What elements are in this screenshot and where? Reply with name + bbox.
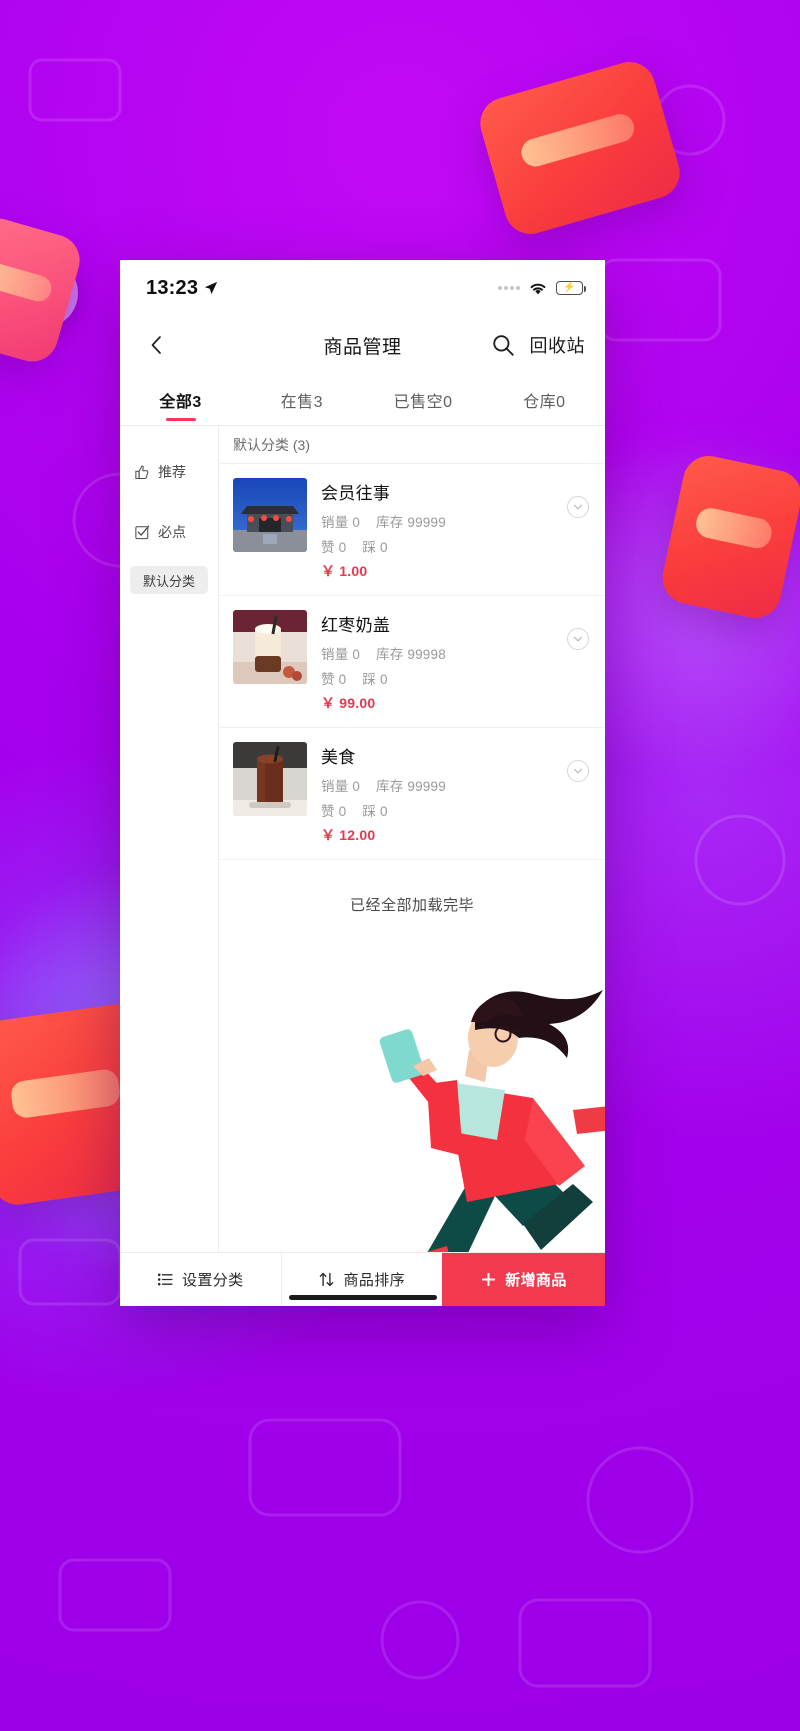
sidebar-item-label: 必点 (158, 524, 186, 540)
milk-tea-photo (233, 610, 307, 684)
product-thumbnail[interactable] (233, 478, 307, 552)
tab-sold-out[interactable]: 已售空0 (363, 374, 484, 425)
set-category-label: 设置分类 (181, 1272, 244, 1289)
tab-on-sale[interactable]: 在售3 (241, 374, 362, 425)
sort-products-label: 商品排序 (343, 1272, 406, 1289)
recycle-bin-link[interactable]: 回收站 (530, 332, 586, 358)
navbar-actions: 回收站 (490, 332, 586, 358)
product-name: 红枣奶盖 (321, 616, 391, 635)
product-stats: 销量 0 库存 99999 (321, 775, 553, 795)
chevron-down-circle-icon (573, 504, 583, 510)
phone-screen: 13:23 ⚡ 商品管理 回收站 全部3 在售3 已售空0 仓库0 推荐 必点 … (120, 260, 605, 1306)
product-sales: 销量 0 (321, 515, 361, 530)
product-stats: 销量 0 库存 99999 (321, 511, 553, 531)
temple-night-photo (233, 478, 307, 552)
status-bar: 13:23 ⚡ (120, 260, 605, 316)
product-row[interactable]: 会员往事 销量 0 库存 99999 赞 0 踩 0 ￥ 1.00 (219, 464, 605, 596)
product-ratings: 赞 0 踩 0 (321, 668, 553, 688)
add-product-button[interactable]: 新增商品 (442, 1253, 605, 1306)
status-bar-left: 13:23 (146, 277, 218, 300)
product-expand-button[interactable] (567, 496, 589, 518)
sidebar-item-recommend[interactable]: 推荐 (120, 442, 218, 502)
list-icon (157, 1273, 173, 1286)
sidebar-item-must-order[interactable]: 必点 (120, 502, 218, 562)
search-icon[interactable] (490, 332, 516, 358)
product-stock: 库存 99998 (376, 647, 446, 662)
status-bar-right: ⚡ (498, 281, 586, 296)
product-likes: 赞 0 (321, 804, 347, 819)
product-price: ￥ 1.00 (321, 563, 368, 579)
product-info: 美食 销量 0 库存 99999 赞 0 踩 0 ￥ 12.00 (321, 742, 553, 845)
wifi-icon (530, 283, 546, 294)
back-button[interactable] (142, 330, 172, 360)
product-name: 美食 (321, 748, 356, 767)
product-info: 会员往事 销量 0 库存 99999 赞 0 踩 0 ￥ 1.00 (321, 478, 553, 581)
product-thumbnail[interactable] (233, 610, 307, 684)
product-name: 会员往事 (321, 484, 391, 503)
product-price: ￥ 99.00 (321, 695, 376, 711)
product-price: ￥ 12.00 (321, 827, 376, 843)
sidebar-category-default[interactable]: 默认分类 (130, 566, 208, 594)
sort-arrows-icon (320, 1272, 334, 1287)
category-header: 默认分类 (3) (219, 426, 605, 464)
battery-charging-icon: ⚡ (556, 281, 586, 295)
product-stats: 销量 0 库存 99998 (321, 643, 553, 663)
product-list: 默认分类 (3) 会员往事 销量 0 库存 99999 赞 0 踩 0 ￥ 1.… (219, 426, 605, 1252)
product-sales: 销量 0 (321, 779, 361, 794)
sidebar-item-label: 推荐 (158, 464, 186, 480)
product-likes: 赞 0 (321, 540, 347, 555)
status-time: 13:23 (146, 276, 199, 299)
set-category-button[interactable]: 设置分类 (120, 1253, 281, 1306)
add-product-label: 新增商品 (505, 1272, 567, 1289)
product-expand-button[interactable] (567, 628, 589, 650)
chevron-left-icon (151, 336, 161, 354)
product-info: 红枣奶盖 销量 0 库存 99998 赞 0 踩 0 ￥ 99.00 (321, 610, 553, 713)
product-stock: 库存 99999 (376, 515, 446, 530)
product-ratings: 赞 0 踩 0 (321, 800, 553, 820)
product-dislikes: 踩 0 (362, 804, 388, 819)
product-thumbnail[interactable] (233, 742, 307, 816)
product-row[interactable]: 红枣奶盖 销量 0 库存 99998 赞 0 踩 0 ￥ 99.00 (219, 596, 605, 728)
signal-dots-icon (498, 286, 520, 290)
load-complete-text: 已经全部加载完毕 (349, 897, 474, 914)
tab-warehouse[interactable]: 仓库0 (484, 374, 605, 425)
content-area: 推荐 必点 默认分类 默认分类 (3) 会员往事 销量 0 库存 99999 赞… (120, 426, 605, 1252)
location-arrow-icon (205, 281, 218, 295)
chevron-down-circle-icon (573, 768, 583, 774)
product-expand-button[interactable] (567, 760, 589, 782)
checkbox-checked-icon (135, 525, 150, 539)
category-sidebar: 推荐 必点 默认分类 (120, 426, 219, 1252)
home-indicator (288, 1295, 437, 1300)
product-dislikes: 踩 0 (362, 540, 388, 555)
status-tabs: 全部3 在售3 已售空0 仓库0 (120, 374, 605, 426)
product-sales: 销量 0 (321, 647, 361, 662)
chevron-down-circle-icon (573, 636, 583, 642)
product-dislikes: 踩 0 (362, 672, 388, 687)
product-row[interactable]: 美食 销量 0 库存 99999 赞 0 踩 0 ￥ 12.00 (219, 728, 605, 860)
product-ratings: 赞 0 踩 0 (321, 536, 553, 556)
thumbs-up-icon (135, 465, 149, 479)
iced-drink-photo (233, 742, 307, 816)
tab-all[interactable]: 全部3 (120, 374, 241, 425)
product-stock: 库存 99999 (376, 779, 446, 794)
plus-icon (482, 1272, 496, 1287)
navigation-bar: 商品管理 回收站 (120, 316, 605, 374)
product-likes: 赞 0 (321, 672, 347, 687)
